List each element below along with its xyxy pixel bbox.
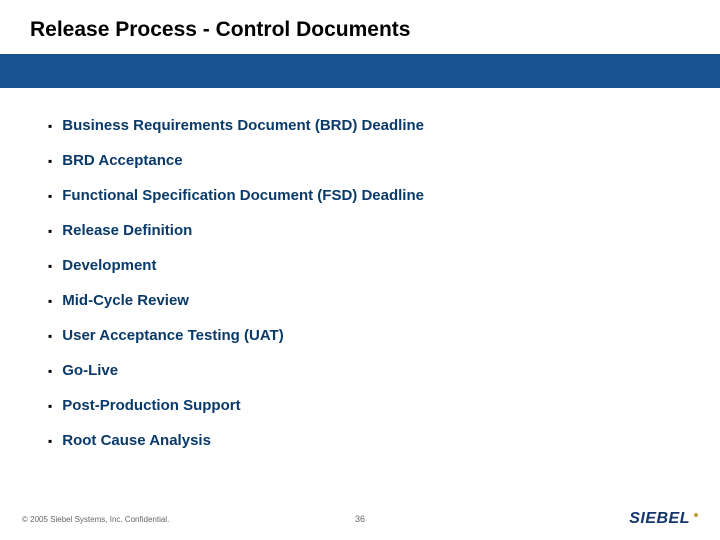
list-item: ▪ Go-Live [48, 361, 690, 381]
bullet-text: Business Requirements Document (BRD) Dea… [62, 116, 424, 136]
bullet-icon: ▪ [48, 361, 52, 381]
bullet-icon: ▪ [48, 221, 52, 241]
bullet-text: BRD Acceptance [62, 151, 182, 171]
list-item: ▪ BRD Acceptance [48, 151, 690, 171]
bullet-icon: ▪ [48, 291, 52, 311]
bullet-icon: ▪ [48, 431, 52, 451]
list-item: ▪ Business Requirements Document (BRD) D… [48, 116, 690, 136]
accent-band [0, 54, 720, 88]
slide-title: Release Process - Control Documents [30, 18, 720, 42]
bullet-text: Post-Production Support [62, 396, 240, 416]
copyright-text: © 2005 Siebel Systems, Inc. Confidential… [22, 515, 169, 524]
title-bar: Release Process - Control Documents [0, 0, 720, 54]
list-item: ▪ Functional Specification Document (FSD… [48, 186, 690, 206]
logo-text: SIEBEL [629, 510, 690, 528]
list-item: ▪ User Acceptance Testing (UAT) [48, 326, 690, 346]
bullet-text: Mid-Cycle Review [62, 291, 189, 311]
bullet-text: Functional Specification Document (FSD) … [62, 186, 424, 206]
logo-dot-icon [694, 513, 698, 517]
list-item: ▪ Post-Production Support [48, 396, 690, 416]
bullet-text: User Acceptance Testing (UAT) [62, 326, 283, 346]
list-item: ▪ Mid-Cycle Review [48, 291, 690, 311]
bullet-icon: ▪ [48, 396, 52, 416]
list-item: ▪ Release Definition [48, 221, 690, 241]
bullet-icon: ▪ [48, 116, 52, 136]
page-number: 36 [355, 514, 365, 524]
footer: © 2005 Siebel Systems, Inc. Confidential… [0, 510, 720, 528]
bullet-icon: ▪ [48, 186, 52, 206]
bullet-text: Development [62, 256, 156, 276]
list-item: ▪ Development [48, 256, 690, 276]
content-area: ▪ Business Requirements Document (BRD) D… [0, 88, 720, 451]
bullet-text: Release Definition [62, 221, 192, 241]
bullet-icon: ▪ [48, 326, 52, 346]
siebel-logo: SIEBEL [629, 510, 698, 528]
bullet-icon: ▪ [48, 151, 52, 171]
bullet-icon: ▪ [48, 256, 52, 276]
bullet-text: Go-Live [62, 361, 118, 381]
bullet-text: Root Cause Analysis [62, 431, 211, 451]
list-item: ▪ Root Cause Analysis [48, 431, 690, 451]
